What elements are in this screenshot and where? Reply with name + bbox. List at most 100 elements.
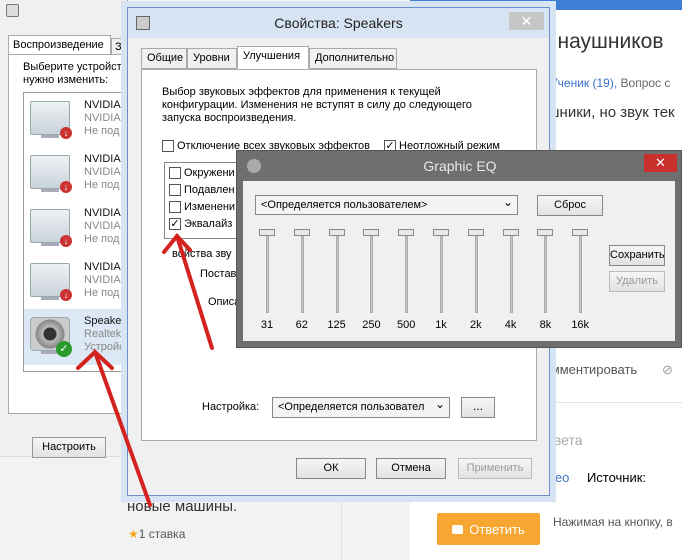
effect-item[interactable]: Подавлен xyxy=(169,184,235,196)
effect-item[interactable]: Окружени xyxy=(169,167,235,179)
setting-select[interactable]: <Определяется пользовател xyxy=(272,397,450,418)
eq-slider-500[interactable] xyxy=(396,229,416,313)
list-item[interactable]: ✓ Speake Realtek Устройс xyxy=(24,309,128,365)
reset-button[interactable]: Сброс xyxy=(537,195,603,216)
slider-thumb[interactable] xyxy=(433,229,449,236)
device-desc: Realtek xyxy=(84,328,122,340)
close-icon[interactable]: ✕ xyxy=(644,154,677,172)
effect-item[interactable]: ✓ Эквалайз xyxy=(169,218,232,230)
tab-playback[interactable]: Воспроизведение xyxy=(8,35,111,55)
eq-slider-2k[interactable] xyxy=(466,229,486,313)
list-item[interactable]: ↓ NVIDIA NVIDIA Не под xyxy=(24,255,128,307)
disabled-icon: ↓ xyxy=(60,127,72,139)
eq-slider-62[interactable] xyxy=(292,229,312,313)
slider-thumb[interactable] xyxy=(467,229,484,236)
more-button[interactable]: ... xyxy=(461,397,495,418)
check-icon: ✓ xyxy=(169,218,181,230)
device-status: Не под xyxy=(84,233,120,245)
disabled-icon: ↓ xyxy=(60,235,72,247)
effects-list[interactable]: Окружени Подавлен Изменени ✓ Эквалайз xyxy=(164,162,244,239)
slider-thumb[interactable] xyxy=(572,229,589,236)
block-icon: ⊘ xyxy=(662,362,673,377)
slider-track xyxy=(370,233,374,313)
band-label: 4k xyxy=(504,319,517,331)
effect-label: Подавлен xyxy=(184,184,235,196)
configure-button[interactable]: Настроить xyxy=(32,437,106,458)
band-label: 1k xyxy=(435,319,447,331)
band-label: 16k xyxy=(571,319,590,331)
list-item[interactable]: ↓ NVIDIA NVIDIA Не под xyxy=(24,147,128,199)
dialog-title-bar[interactable]: Свойства: Speakers ✕ xyxy=(128,8,549,38)
device-desc: NVIDIA xyxy=(84,112,121,124)
setting-label: Настройка: xyxy=(202,401,260,413)
sound-panel: Выберите устройст нужно изменить: ↓ NVID… xyxy=(8,54,129,458)
tab-levels[interactable]: Уровни xyxy=(187,48,237,69)
slider-thumb[interactable] xyxy=(328,229,345,236)
tab-advanced[interactable]: Дополнительно xyxy=(309,48,397,69)
eq-slider-4k[interactable] xyxy=(501,229,521,313)
slider-track xyxy=(579,233,583,313)
slider-thumb[interactable] xyxy=(259,229,275,236)
graphic-eq-window: Graphic EQ ✕ <Определяется пользователем… xyxy=(236,150,682,348)
cancel-button[interactable]: Отмена xyxy=(376,458,446,479)
apply-button[interactable]: Применить xyxy=(458,458,532,479)
slider-thumb[interactable] xyxy=(293,229,310,236)
answer-button-label: Ответить xyxy=(469,521,525,537)
disabled-icon: ↓ xyxy=(60,289,72,301)
checkbox-box xyxy=(162,140,174,152)
comment-action[interactable]: Комментировать ⊘ xyxy=(536,362,682,384)
eq-slider-16k[interactable] xyxy=(570,229,590,313)
slider-thumb[interactable] xyxy=(398,229,415,236)
eq-slider-31[interactable] xyxy=(257,229,277,313)
tab-recording[interactable]: Зап xyxy=(111,38,128,55)
slider-track xyxy=(405,233,409,313)
effect-label: Изменени xyxy=(184,201,236,213)
eq-slider-1k[interactable] xyxy=(431,229,451,313)
device-status: Не под xyxy=(84,287,120,299)
eq-slider-250[interactable] xyxy=(361,229,381,313)
list-item[interactable]: ↓ NVIDIA NVIDIA Не под xyxy=(24,201,128,253)
device-desc: NVIDIA xyxy=(84,274,121,286)
device-desc: NVIDIA xyxy=(84,166,121,178)
checkbox-box xyxy=(169,184,181,196)
checkbox-box xyxy=(169,167,181,179)
hint-line: нужно изменить: xyxy=(23,74,109,86)
device-list[interactable]: ↓ NVIDIA NVIDIA Не под ↓ NVIDIA NVIDIA Н… xyxy=(23,92,129,372)
save-button[interactable]: Сохранить xyxy=(609,245,665,266)
band-label: 2k xyxy=(469,319,482,331)
answer-button[interactable]: Ответить xyxy=(437,513,540,545)
question-title: а наушников xyxy=(540,30,664,53)
device-status: Не под xyxy=(84,179,120,191)
answer-text: новые машины. xyxy=(127,498,238,515)
slider-track xyxy=(300,233,304,313)
eq-title-bar[interactable]: Graphic EQ ✕ xyxy=(237,151,682,181)
band-label: 125 xyxy=(327,319,346,331)
ok-button[interactable]: ОК xyxy=(296,458,366,479)
device-name: NVIDIA xyxy=(84,261,121,273)
enhancements-description: Выбор звуковых эффектов для применения к… xyxy=(162,86,472,124)
list-item[interactable]: ↓ NVIDIA NVIDIA Не под xyxy=(24,93,128,145)
eq-title: Graphic EQ xyxy=(423,158,497,174)
device-desc: NVIDIA xyxy=(84,220,121,232)
slider-thumb[interactable] xyxy=(502,229,519,236)
band-label: 250 xyxy=(362,319,381,331)
star-icon: ★ xyxy=(128,527,139,541)
close-icon[interactable]: ✕ xyxy=(509,12,544,30)
eq-slider-8k[interactable] xyxy=(535,229,555,313)
eq-slider-125[interactable] xyxy=(327,229,347,313)
delete-button[interactable]: Удалить xyxy=(609,271,665,292)
submit-hint: Нажимая на кнопку, в xyxy=(553,515,673,529)
effect-item[interactable]: Изменени xyxy=(169,201,235,213)
slider-thumb[interactable] xyxy=(537,229,554,236)
eq-body: <Определяется пользователем> Сброс Сохра… xyxy=(243,181,675,341)
tab-enhancements[interactable]: Улучшения xyxy=(237,46,309,69)
sound-window: Воспроизведение Зап Выберите устройст ну… xyxy=(0,0,129,458)
effect-label: Окружени xyxy=(184,167,235,179)
source-label: Источник: xyxy=(586,470,647,485)
preset-select[interactable]: <Определяется пользователем> xyxy=(255,195,518,215)
device-status: Устройс xyxy=(84,341,125,353)
source-row: идео Источник: xyxy=(540,470,646,485)
tab-general[interactable]: Общие xyxy=(141,48,187,69)
slider-thumb[interactable] xyxy=(363,229,380,236)
author-link[interactable]: й Ученик (19), xyxy=(540,76,617,90)
